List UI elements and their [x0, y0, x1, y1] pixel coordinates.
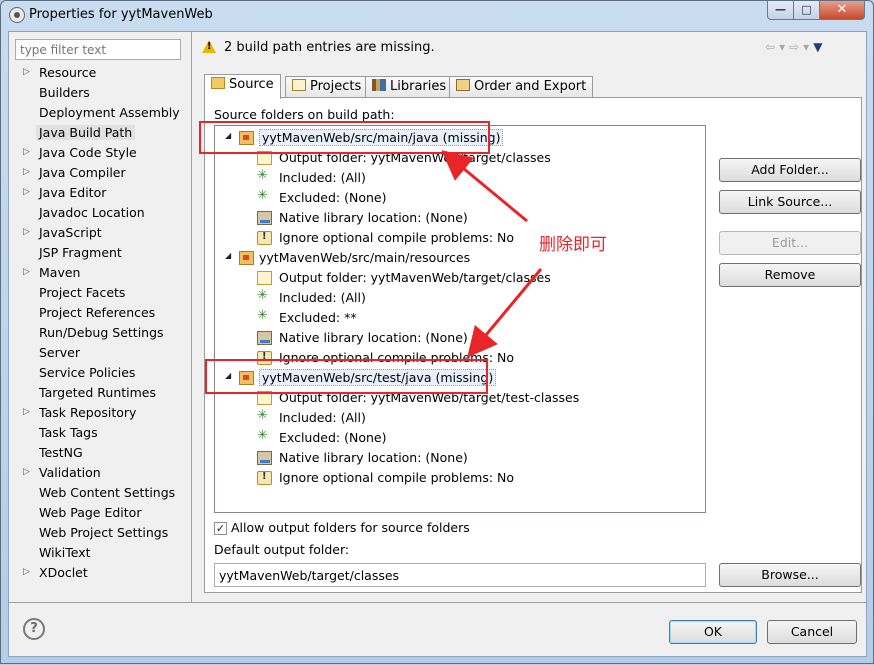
source-tab-icon — [211, 77, 225, 89]
annotation-arrow-up — [441, 150, 528, 223]
tab-source[interactable]: Source — [204, 74, 281, 99]
properties-window: Properties for yytMavenWeb — □ ✕ ▷Resour… — [0, 0, 874, 664]
annotation-arrow-down — [467, 268, 543, 358]
annotation-arrows — [441, 150, 543, 358]
